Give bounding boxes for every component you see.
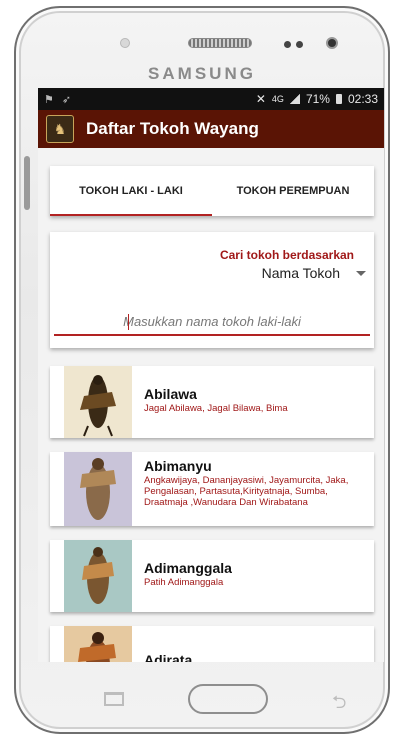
device-brand: SAMSUNG [148,64,256,83]
character-name: Adimanggala [144,560,232,576]
volume-button [24,156,30,210]
battery-label: 71% [305,92,330,106]
app-bar: ♞ Daftar Tokoh Wayang [38,110,384,148]
proximity-sensor [120,38,130,48]
hardware-nav: ⮌ [16,680,388,720]
earpiece-speaker [188,38,252,48]
dropdown-caret-icon [356,270,366,276]
front-camera [326,37,338,49]
list-item-abilawa[interactable]: Abilawa Jagal Abilawa, Jagal Bilawa, Bim… [50,366,374,438]
app-title: Daftar Tokoh Wayang [86,119,259,138]
search-input[interactable] [54,308,370,336]
location-icon: ➶ [61,93,72,106]
character-name: Adirata [144,652,193,662]
text-cursor [128,314,129,330]
battery-icon [335,94,342,104]
screen: ⚑ ➶ ✕ 4G 71% 02:33 ♞ Daftar Tokoh Wayang… [38,88,384,662]
app-notification-icon: ⚑ [44,93,54,106]
light-sensor-2 [296,41,303,48]
tab-bar: TOKOH LAKI - LAKI TOKOH PEREMPUAN [50,166,374,216]
search-filter-dropdown[interactable]: Nama Tokoh [262,265,366,281]
character-thumbnail [64,452,132,526]
tab-female-characters[interactable]: TOKOH PEREMPUAN [212,166,374,216]
character-aliases: Patih Adimanggala [144,577,224,588]
character-thumbnail [64,366,132,438]
recent-apps-icon[interactable] [104,692,124,706]
light-sensor [284,41,291,48]
character-aliases: Angkawijaya, Dananjayasiwi, Jayamurcita,… [144,475,349,508]
wayang-app-icon: ♞ [46,115,74,143]
status-bar: ⚑ ➶ ✕ 4G 71% 02:33 [38,88,384,110]
character-thumbnail [64,626,132,662]
search-card: Cari tokoh berdasarkan Nama Tokoh [50,232,374,348]
back-icon[interactable]: ⮌ [332,690,346,720]
tab-male-characters[interactable]: TOKOH LAKI - LAKI [50,166,212,216]
clock: 02:33 [347,92,378,106]
list-item-abimanyu[interactable]: Abimanyu Angkawijaya, Dananjayasiwi, Jay… [50,452,374,526]
network-label: 4G [271,94,284,104]
mute-icon: ✕ [255,92,266,106]
search-filter-value: Nama Tokoh [261,265,340,281]
character-name: Abimanyu [144,458,212,474]
search-by-label: Cari tokoh berdasarkan [219,248,354,262]
signal-icon [289,94,300,104]
character-thumbnail [64,540,132,612]
character-name: Abilawa [144,386,197,402]
home-button[interactable] [188,684,268,714]
character-aliases: Jagal Abilawa, Jagal Bilawa, Bima [144,403,288,414]
list-item-adimanggala[interactable]: Adimanggala Patih Adimanggala [50,540,374,612]
list-item-adirata[interactable]: Adirata [50,626,374,662]
character-list: Abilawa Jagal Abilawa, Jagal Bilawa, Bim… [50,366,374,662]
notification-icons: ⚑ ➶ [44,93,71,106]
